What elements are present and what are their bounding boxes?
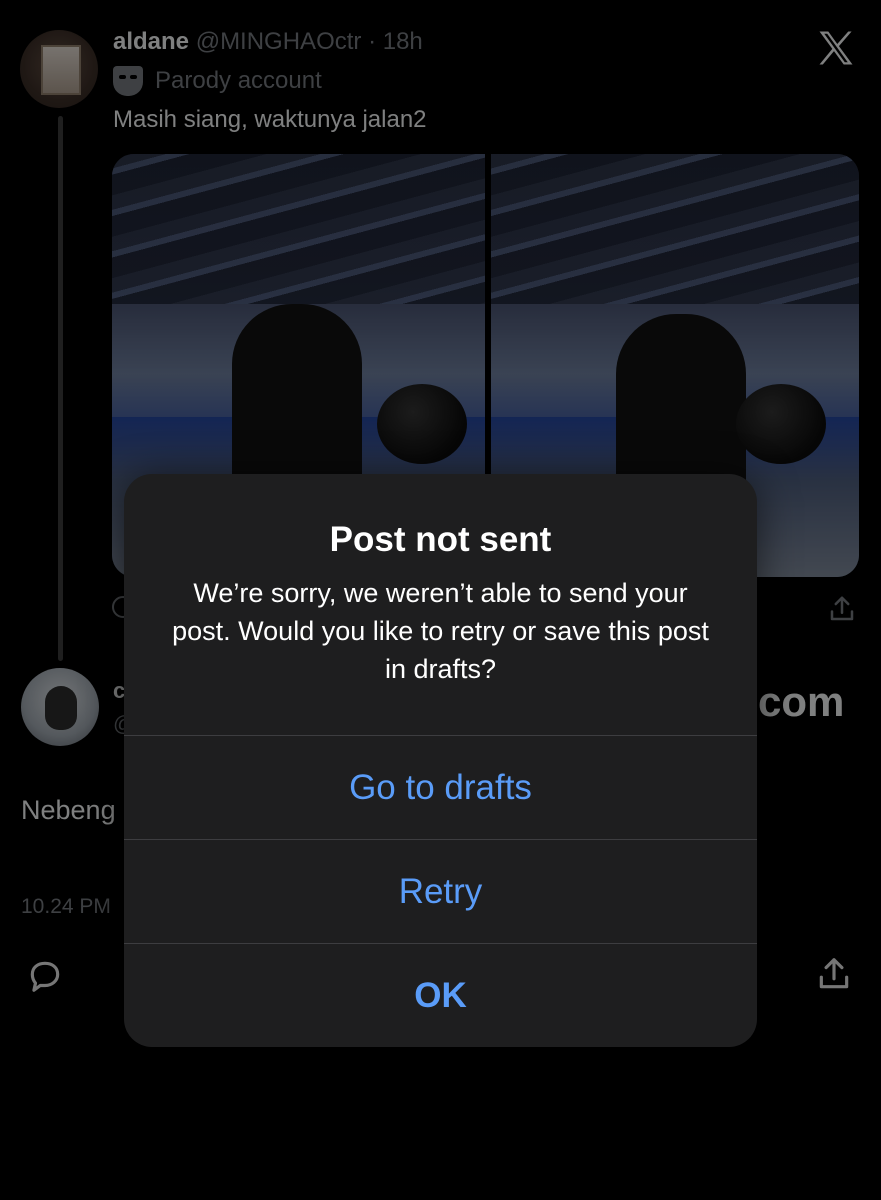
go-to-drafts-button[interactable]: Go to drafts	[124, 735, 757, 839]
retry-button[interactable]: Retry	[124, 839, 757, 943]
dialog-message: We’re sorry, we weren’t able to send you…	[172, 578, 709, 684]
dialog-title: Post not sent	[329, 520, 552, 559]
post-not-sent-dialog: Post not sent We’re sorry, we weren’t ab…	[124, 474, 757, 1047]
ok-button[interactable]: OK	[124, 943, 757, 1047]
